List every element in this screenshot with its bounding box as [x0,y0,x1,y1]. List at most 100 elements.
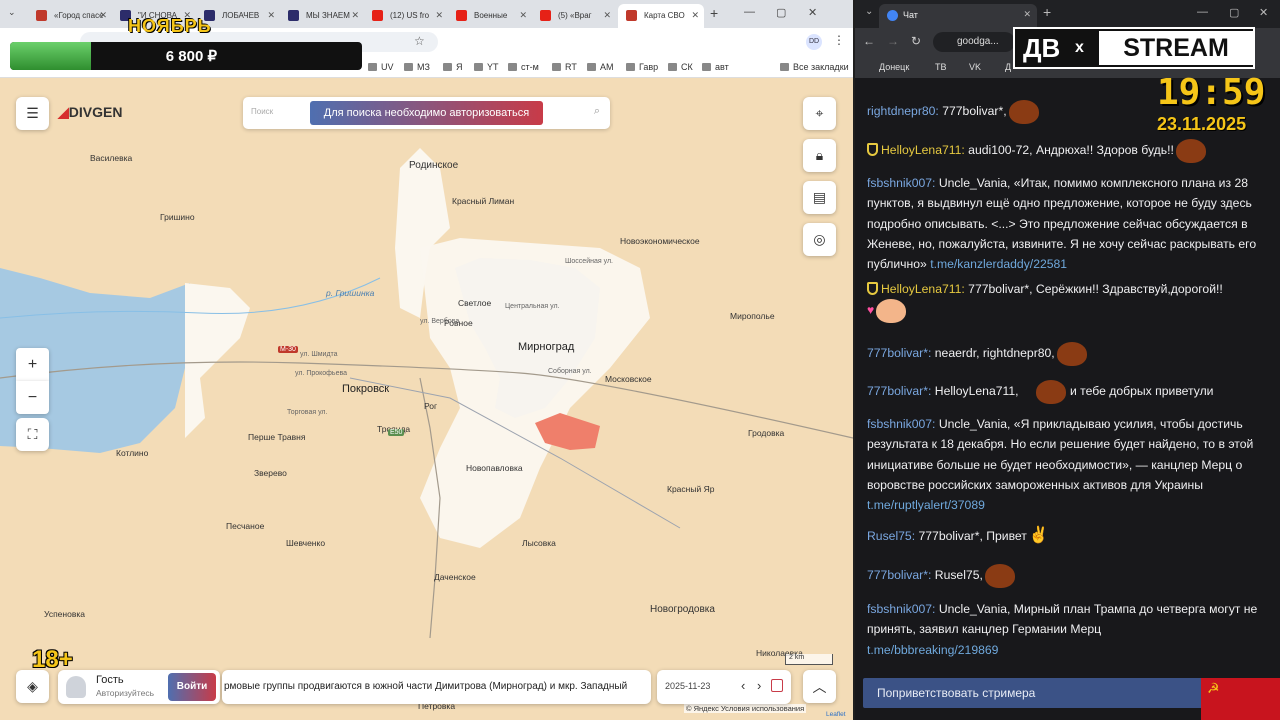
zoom-in-button[interactable]: + [16,348,49,381]
town-label: Гродовка [748,428,785,438]
map-canvas[interactable]: ☰ ◢DIVGEN Поиск Для поиска необходимо ав… [0,78,853,720]
target-button[interactable]: ◎ [803,223,836,256]
chat-link[interactable]: t.me/bbbreaking/219869 [867,643,998,657]
promo-month: НОЯБРЬ [128,16,212,36]
chat-username[interactable]: rightdnepr80: [867,104,939,118]
bookmark-star-icon[interactable]: ☆ [414,34,425,48]
bookmark-item[interactable]: Донецк [879,62,909,72]
leaflet-attribution[interactable]: Leaflet [826,711,846,718]
street-label: Торговая ул. [287,409,328,416]
fullscreen-button[interactable]: ⛶ [16,418,49,451]
tab-6[interactable]: Военные ✕ [448,4,532,28]
chat-username[interactable]: 777bolivar*: [867,384,931,398]
chat-username[interactable]: 777bolivar*: [867,346,931,360]
moderator-badge-icon [867,143,878,157]
chat-link[interactable]: t.me/kanzlerdaddy/22581 [930,257,1067,271]
chat-username[interactable]: fsbshnik007: [867,417,935,431]
bookmark-item[interactable]: АМ [587,62,614,72]
maximize-button[interactable]: ▢ [776,6,786,19]
calendar-icon[interactable] [771,679,783,692]
town-label: Песчаное [226,521,265,531]
maximize-button[interactable]: ▢ [1229,6,1239,19]
bookmark-item[interactable]: RT [552,62,577,72]
bookmark-item[interactable]: авт [702,62,729,72]
lock-button[interactable]: 🔒︎ [803,139,836,172]
address-field[interactable]: goodga... [933,32,1015,52]
tab-search-icon[interactable]: ⌄ [865,6,873,17]
chat-username[interactable]: HelloyLena711: [881,282,965,296]
news-ticker[interactable]: рмовые группы продвигаются в южной части… [222,670,651,704]
all-bookmarks-folder[interactable]: Все закладки [780,62,849,72]
tab-8-active[interactable]: Карта СВО ✕ [618,4,704,28]
close-window-button[interactable]: ✕ [1259,6,1268,19]
chat-link[interactable]: t.me/ruptlyalert/37089 [867,498,985,512]
zoom-out-button[interactable]: − [16,381,49,414]
map-attribution[interactable]: © Яндекс Условия использования [684,704,807,713]
close-icon[interactable]: ✕ [691,10,699,21]
bookmark-item[interactable]: МЗ [404,62,430,72]
prev-date-icon[interactable]: ‹ [741,678,745,693]
map-search-box[interactable]: Поиск Для поиска необходимо авторизовать… [243,97,610,129]
chat-username[interactable]: fsbshnik007: [867,602,935,616]
expand-up-button[interactable]: ︿ [803,670,836,703]
next-date-icon[interactable]: › [757,678,761,693]
town-label-pokrovsk: Покровск [342,383,390,395]
ruler-button[interactable]: ▤ [803,181,836,214]
cat-emote-icon [876,299,907,324]
bookmark-item[interactable]: СК [668,62,693,72]
date-picker[interactable]: 2025-11-23 ‹ › [657,670,791,704]
avatar [66,676,86,698]
bookmark-item[interactable]: VK [969,62,981,72]
close-window-button[interactable]: ✕ [808,6,817,19]
new-tab-button[interactable]: + [1043,4,1051,20]
close-icon[interactable]: ✕ [603,10,611,21]
reload-icon[interactable]: ↻ [911,34,921,48]
profile-avatar[interactable]: DD [806,34,822,50]
bookmark-item[interactable]: YT [474,62,499,72]
layers-icon[interactable]: ◈ [16,670,49,703]
forward-icon[interactable]: → [887,34,899,48]
chat-username[interactable]: 777bolivar*: [867,568,931,582]
town-label: Новогродовка [650,604,715,615]
close-icon[interactable]: ✕ [519,10,527,21]
back-icon[interactable]: ← [863,34,875,48]
search-placeholder: Поиск [251,107,274,116]
login-button[interactable]: Войти [168,673,216,701]
town-label: Новоэкономическое [620,236,700,246]
chat-username[interactable]: HelloyLena711: [881,143,965,157]
soviet-flag-icon: ☭ [1201,678,1280,720]
bookmark-item[interactable]: Д [1005,62,1011,72]
new-tab-button[interactable]: + [710,5,718,21]
menu-kebab-icon[interactable]: ⋮ [833,33,845,47]
tab-7[interactable]: (5) «Враг ✕ [532,4,616,28]
bookmark-item[interactable]: ТВ [935,62,947,72]
bookmark-item[interactable]: ст-м [508,62,539,72]
bookmark-item[interactable]: Гавр [626,62,658,72]
chat-username[interactable]: Rusel75: [867,529,915,543]
bookmark-item[interactable]: Я [443,62,463,72]
town-label: Родинское [409,160,459,171]
street-label: Шоссейная ул. [565,258,613,265]
location-pin-button[interactable]: ⌖ [803,97,836,130]
town-label: Красный Яр [667,484,715,494]
close-icon[interactable]: ✕ [435,10,443,21]
bookmark-item[interactable]: UV [368,62,394,72]
divgen-logo-icon: ◢ [58,104,69,120]
minimize-button[interactable]: — [744,6,755,18]
tab-chat-active[interactable]: Чат ✕ [879,4,1037,28]
tab-5[interactable]: (12) US fro ✕ [364,4,448,28]
search-icon[interactable]: ⌕ [594,105,600,118]
chat-message: 777bolivar*: HelloyLena711, и тебе добры… [867,380,1266,404]
town-label: Успеновка [44,609,85,619]
greet-streamer-button[interactable]: Поприветствовать стримера [863,678,1208,708]
beaver-flowers-emote-icon [1035,380,1066,404]
town-label: Даченское [434,572,476,582]
minimize-button[interactable]: — [1197,6,1208,18]
search-auth-notice[interactable]: Для поиска необходимо авторизоваться [310,101,543,125]
layers-menu-button[interactable]: ☰ [16,97,49,130]
beaver-emote-icon [1008,100,1039,124]
date-field[interactable]: 2025-11-23 [665,681,710,691]
chat-username[interactable]: fsbshnik007: [867,176,935,190]
close-icon[interactable]: ✕ [1023,9,1031,20]
town-label: Лысовка [522,538,556,548]
